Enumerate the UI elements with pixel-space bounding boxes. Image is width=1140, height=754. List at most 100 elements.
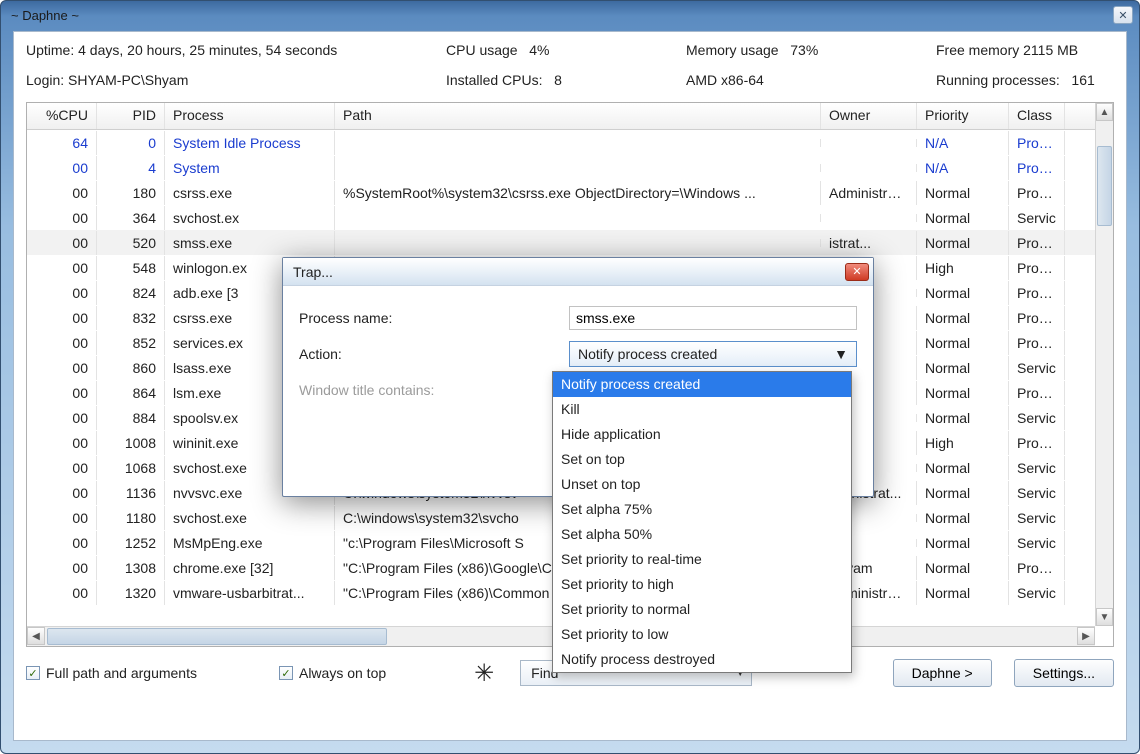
- cell: 00: [27, 481, 97, 505]
- hscroll-thumb[interactable]: [47, 628, 387, 645]
- close-icon[interactable]: ✕: [1113, 6, 1133, 24]
- cell: 548: [97, 256, 165, 280]
- uptime: Uptime: 4 days, 20 hours, 25 minutes, 54…: [26, 42, 446, 58]
- cell: 1252: [97, 531, 165, 555]
- cell: [335, 139, 821, 147]
- cell: System: [165, 156, 335, 180]
- cell: Administrat...: [821, 181, 917, 205]
- col-owner[interactable]: Owner: [821, 103, 917, 129]
- cell: Normal: [917, 581, 1009, 605]
- process-name-input[interactable]: [569, 306, 857, 330]
- installed-cpus: Installed CPUs: 8: [446, 72, 686, 88]
- dropdown-item[interactable]: Set alpha 50%: [553, 522, 851, 547]
- scroll-left-icon[interactable]: ◀: [27, 627, 45, 645]
- login: Login: SHYAM-PC\Shyam: [26, 72, 446, 88]
- dropdown-item[interactable]: Notify process created: [553, 372, 851, 397]
- table-row[interactable]: 640System Idle ProcessN/AProces: [27, 130, 1113, 155]
- cell: 1136: [97, 481, 165, 505]
- cell: Servic: [1009, 531, 1065, 555]
- free-memory: Free memory 2115 MB: [936, 42, 1114, 58]
- settings-button[interactable]: Settings...: [1014, 659, 1114, 687]
- vertical-scrollbar[interactable]: ▲ ▼: [1095, 103, 1113, 626]
- cell: Normal: [917, 356, 1009, 380]
- col-process[interactable]: Process: [165, 103, 335, 129]
- cell: Servic: [1009, 456, 1065, 480]
- dropdown-item[interactable]: Kill: [553, 397, 851, 422]
- close-icon[interactable]: ✕: [845, 263, 869, 281]
- daphne-button[interactable]: Daphne >: [893, 659, 992, 687]
- always-on-top-checkbox[interactable]: ✓ Always on top: [279, 665, 386, 681]
- cell: N/A: [917, 131, 1009, 155]
- cell: Proces: [1009, 431, 1065, 455]
- dropdown-item[interactable]: Set alpha 75%: [553, 497, 851, 522]
- cell: 832: [97, 306, 165, 330]
- col-pid[interactable]: PID: [97, 103, 165, 129]
- cell: Normal: [917, 206, 1009, 230]
- scroll-down-icon[interactable]: ▼: [1096, 608, 1113, 626]
- cell: 884: [97, 406, 165, 430]
- table-row[interactable]: 00180csrss.exe%SystemRoot%\system32\csrs…: [27, 180, 1113, 205]
- dropdown-item[interactable]: Notify process destroyed: [553, 647, 851, 672]
- crosshair-icon[interactable]: ✳: [470, 659, 498, 687]
- action-combo[interactable]: Notify process created ▼: [569, 341, 857, 367]
- table-row[interactable]: 004SystemN/AProces: [27, 155, 1113, 180]
- cell: csrss.exe: [165, 181, 335, 205]
- cell: Proces: [1009, 181, 1065, 205]
- dropdown-item[interactable]: Set priority to real-time: [553, 547, 851, 572]
- cell: Servic: [1009, 481, 1065, 505]
- cell: 860: [97, 356, 165, 380]
- cell: Normal: [917, 456, 1009, 480]
- cell: 00: [27, 556, 97, 580]
- cell: Normal: [917, 331, 1009, 355]
- cell: 824: [97, 281, 165, 305]
- cell: Proces: [1009, 331, 1065, 355]
- cell: 00: [27, 181, 97, 205]
- checkbox-icon: ✓: [279, 666, 293, 680]
- cell: 1008: [97, 431, 165, 455]
- stats-panel: Uptime: 4 days, 20 hours, 25 minutes, 54…: [26, 42, 1114, 88]
- cell: 00: [27, 506, 97, 530]
- cell: High: [917, 431, 1009, 455]
- window-title-label: Window title contains:: [299, 382, 569, 398]
- cell: Proces: [1009, 131, 1065, 155]
- cell: 520: [97, 231, 165, 255]
- dropdown-item[interactable]: Hide application: [553, 422, 851, 447]
- col-class[interactable]: Class: [1009, 103, 1065, 129]
- cell: Servic: [1009, 406, 1065, 430]
- cell: [821, 164, 917, 172]
- scroll-up-icon[interactable]: ▲: [1096, 103, 1113, 121]
- scroll-thumb[interactable]: [1097, 146, 1112, 226]
- cell: 00: [27, 406, 97, 430]
- dropdown-item[interactable]: Unset on top: [553, 472, 851, 497]
- dropdown-item[interactable]: Set priority to normal: [553, 597, 851, 622]
- table-row[interactable]: 00520smss.exeistrat...NormalProces: [27, 230, 1113, 255]
- table-row[interactable]: 00364svchost.exNormalServic: [27, 205, 1113, 230]
- dialog-titlebar[interactable]: Trap... ✕: [283, 258, 873, 286]
- cell: Servic: [1009, 581, 1065, 605]
- cpu-usage: CPU usage 4%: [446, 42, 686, 58]
- dropdown-item[interactable]: Set on top: [553, 447, 851, 472]
- col-priority[interactable]: Priority: [917, 103, 1009, 129]
- cell: Proces: [1009, 156, 1065, 180]
- titlebar[interactable]: ~ Daphne ~ ✕: [1, 1, 1139, 29]
- list-header[interactable]: %CPU PID Process Path Owner Priority Cla…: [27, 103, 1113, 130]
- fullpath-checkbox[interactable]: ✓ Full path and arguments: [26, 665, 197, 681]
- cell: Servic: [1009, 206, 1065, 230]
- action-dropdown[interactable]: Notify process createdKillHide applicati…: [552, 371, 852, 673]
- col-path[interactable]: Path: [335, 103, 821, 129]
- cell: N/A: [917, 156, 1009, 180]
- scroll-right-icon[interactable]: ▶: [1077, 627, 1095, 645]
- cell: 00: [27, 256, 97, 280]
- cell: 1180: [97, 506, 165, 530]
- cell: 64: [27, 131, 97, 155]
- cell: Normal: [917, 406, 1009, 430]
- col-cpu[interactable]: %CPU: [27, 103, 97, 129]
- cell: Normal: [917, 481, 1009, 505]
- process-name-label: Process name:: [299, 310, 569, 326]
- cell: Proces: [1009, 381, 1065, 405]
- cell: Normal: [917, 506, 1009, 530]
- cell: 00: [27, 206, 97, 230]
- cell: High: [917, 256, 1009, 280]
- dropdown-item[interactable]: Set priority to high: [553, 572, 851, 597]
- dropdown-item[interactable]: Set priority to low: [553, 622, 851, 647]
